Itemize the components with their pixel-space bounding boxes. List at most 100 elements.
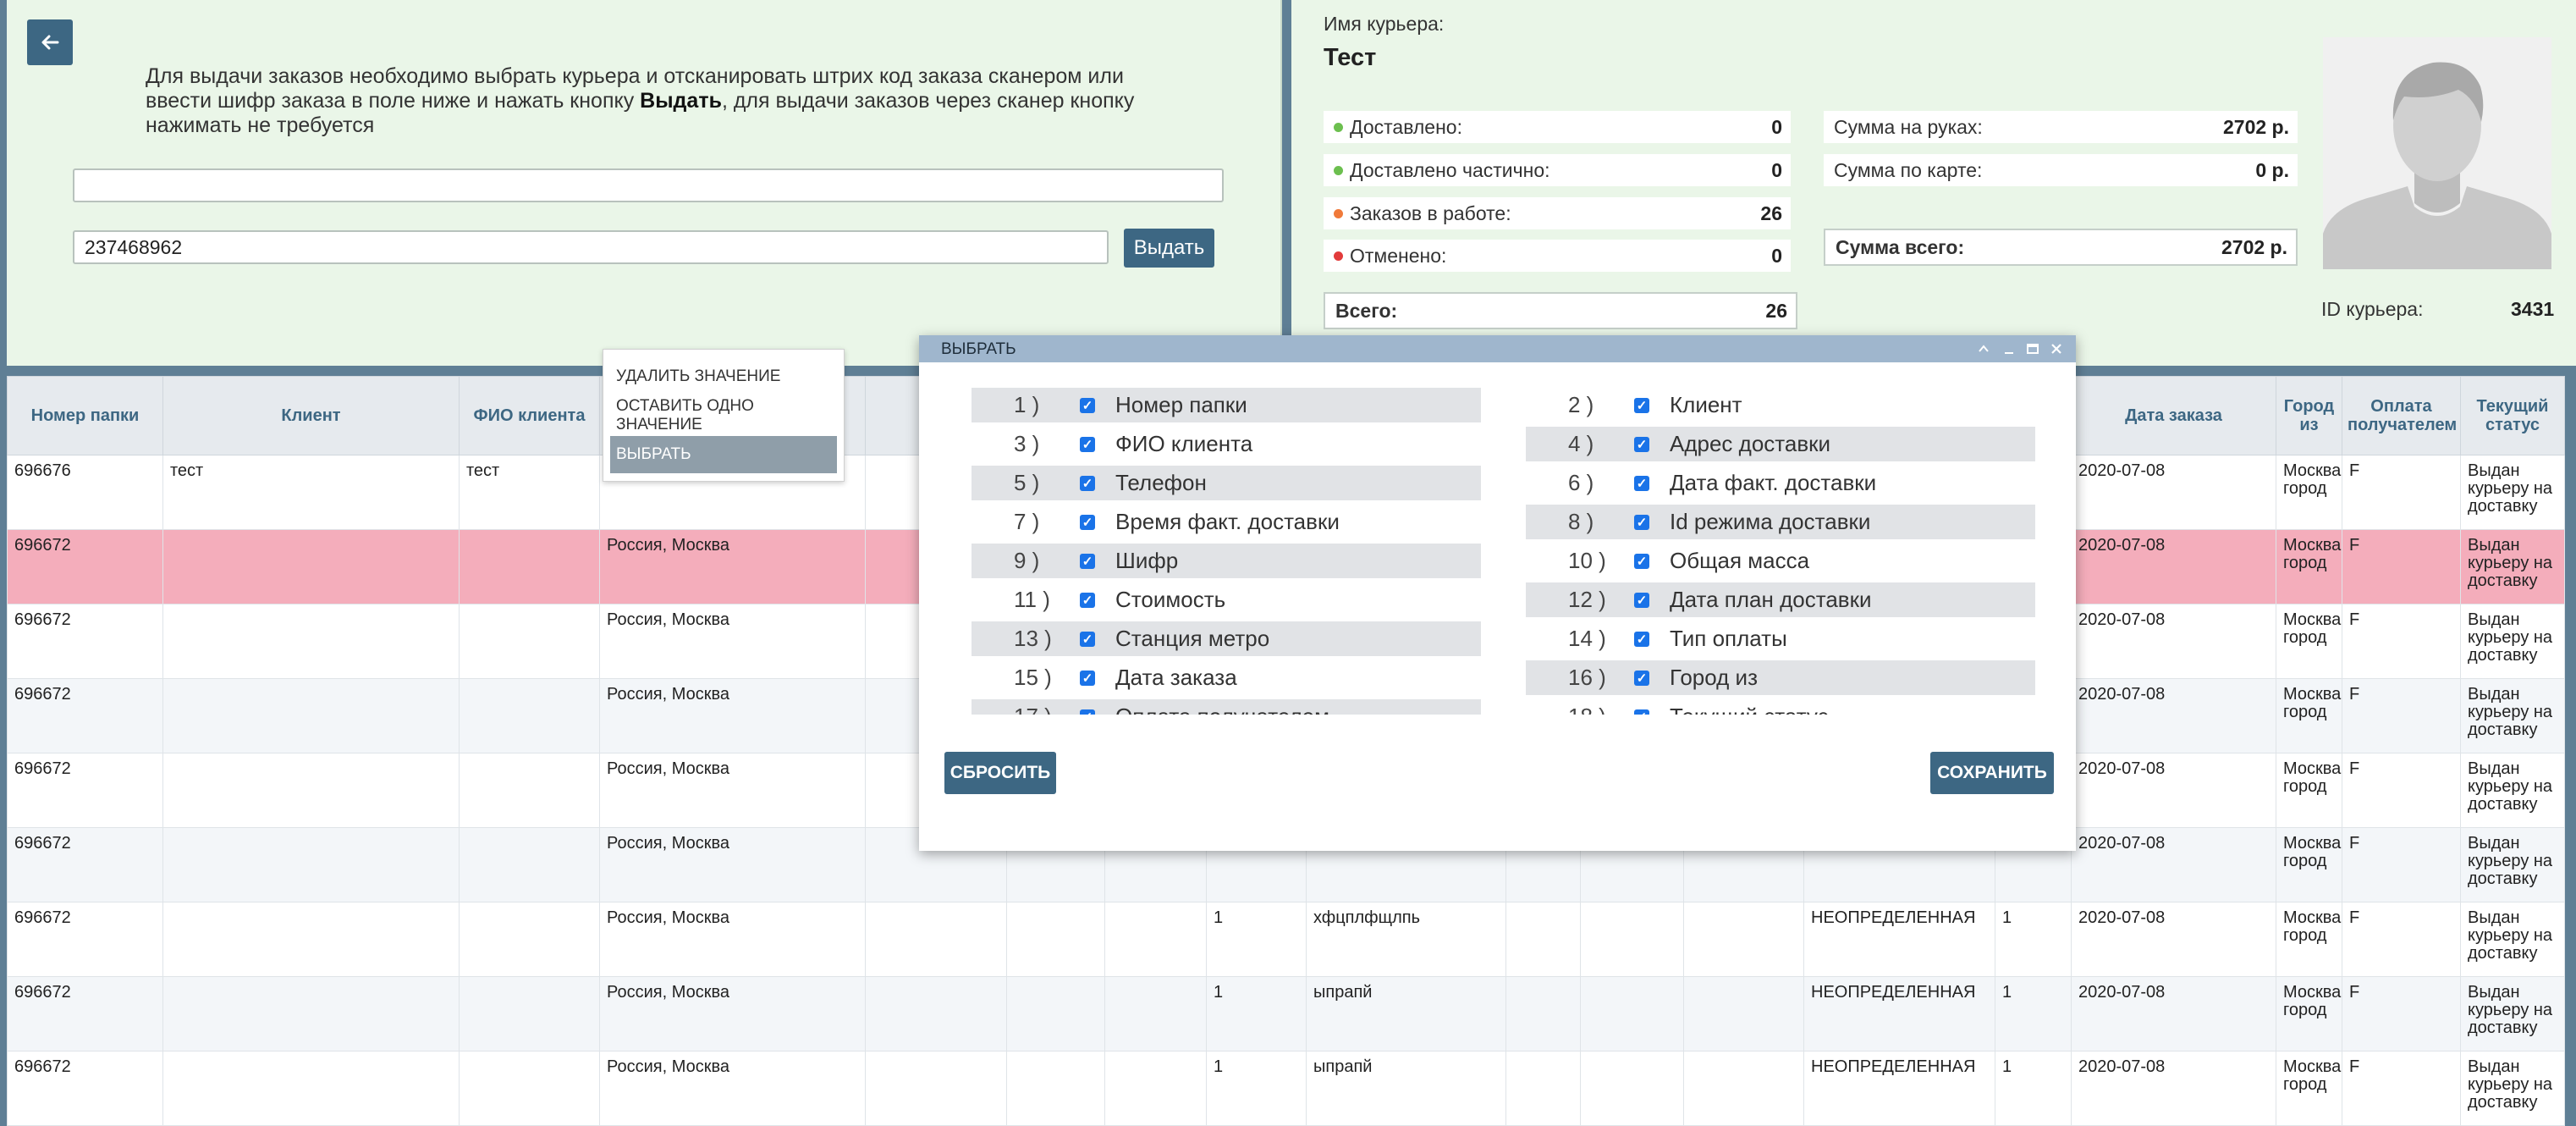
column-checkbox[interactable]: ✓ bbox=[1080, 709, 1095, 715]
column-checkbox[interactable]: ✓ bbox=[1080, 514, 1095, 530]
table-cell: Москва город bbox=[2276, 753, 2342, 828]
table-row[interactable]: 696672 Россия, Москва 1 хфцплфщлпь НЕОПРЕДЕЛ… bbox=[7, 902, 2565, 977]
column-option[interactable]: 2 ) ✓ Клиент bbox=[1526, 388, 2035, 422]
column-option[interactable]: 8 ) ✓ Id режима доставки bbox=[1526, 505, 2035, 539]
column-option[interactable]: 12 ) ✓ Дата план доставки bbox=[1526, 582, 2035, 617]
issue-button[interactable]: Выдать bbox=[1124, 229, 1214, 268]
save-button[interactable]: СОХРАНИТЬ bbox=[1930, 752, 2054, 794]
column-option-label: Станция метро bbox=[1115, 626, 1270, 651]
table-cell bbox=[459, 976, 600, 1051]
minimize-icon[interactable] bbox=[1997, 337, 2021, 361]
column-header[interactable]: Город из bbox=[2276, 376, 2342, 455]
column-header[interactable]: Номер папки bbox=[7, 376, 163, 455]
column-option-number: 6 ) bbox=[1568, 470, 1594, 495]
table-cell: 696672 bbox=[7, 529, 163, 604]
column-checkbox[interactable]: ✓ bbox=[1634, 709, 1649, 715]
table-cell bbox=[1104, 1051, 1207, 1126]
column-checkbox[interactable]: ✓ bbox=[1634, 553, 1649, 569]
column-option[interactable]: 11 ) ✓ Стоимость bbox=[972, 582, 1481, 617]
table-cell: Россия, Москва bbox=[599, 604, 866, 679]
table-cell: 1 bbox=[1995, 1051, 2072, 1126]
user-silhouette-icon bbox=[2323, 37, 2551, 269]
column-option[interactable]: 9 ) ✓ Шифр bbox=[972, 544, 1481, 578]
arrow-left-icon bbox=[41, 35, 59, 50]
column-option-label: Id режима доставки bbox=[1670, 509, 1871, 534]
column-header[interactable]: Клиент bbox=[162, 376, 460, 455]
column-option[interactable]: 16 ) ✓ Город из bbox=[1526, 660, 2035, 695]
column-checkbox[interactable]: ✓ bbox=[1634, 475, 1649, 491]
menu-item-select[interactable]: ВЫБРАТЬ bbox=[610, 436, 837, 473]
close-icon[interactable] bbox=[2045, 337, 2068, 361]
status-dot-icon bbox=[1334, 208, 1343, 218]
scan-input[interactable] bbox=[73, 168, 1224, 202]
avatar bbox=[2323, 37, 2551, 269]
reset-button[interactable]: СБРОСИТЬ bbox=[944, 752, 1056, 794]
stat-sum-total: Сумма всего: 2702 р. bbox=[1824, 229, 2298, 266]
table-cell: 696672 bbox=[7, 678, 163, 753]
table-cell: 2020-07-08 bbox=[2071, 455, 2276, 530]
column-checkbox[interactable]: ✓ bbox=[1080, 670, 1095, 686]
column-option[interactable]: 4 ) ✓ Адрес доставки bbox=[1526, 427, 2035, 461]
column-checkbox[interactable]: ✓ bbox=[1634, 397, 1649, 413]
table-cell bbox=[1006, 1051, 1105, 1126]
column-checkbox[interactable]: ✓ bbox=[1080, 397, 1095, 413]
table-cell bbox=[162, 827, 460, 902]
column-option[interactable]: 18 ) ✓ Текущий статус bbox=[1526, 699, 2035, 715]
column-header[interactable]: ФИО клиента bbox=[459, 376, 600, 455]
table-cell: F bbox=[2342, 827, 2461, 902]
table-cell bbox=[1505, 976, 1581, 1051]
column-option-number: 3 ) bbox=[1014, 431, 1040, 456]
column-option-label: Дата план доставки bbox=[1670, 587, 1872, 612]
table-row[interactable]: 696672 Россия, Москва 1 ыпрапй НЕОПРЕДЕЛЕННА… bbox=[7, 976, 2565, 1051]
column-option[interactable]: 3 ) ✓ ФИО клиента bbox=[972, 427, 1481, 461]
column-option[interactable]: 7 ) ✓ Время факт. доставки bbox=[972, 505, 1481, 539]
menu-item-delete-value[interactable]: УДАЛИТЬ ЗНАЧЕНИЕ bbox=[610, 358, 837, 395]
column-option[interactable]: 14 ) ✓ Тип оплаты bbox=[1526, 621, 2035, 656]
table-cell bbox=[1006, 902, 1105, 977]
table-cell: 1 bbox=[1995, 902, 2072, 977]
maximize-icon[interactable] bbox=[2021, 337, 2045, 361]
column-checkbox[interactable]: ✓ bbox=[1634, 670, 1649, 686]
column-option[interactable]: 17 ) ✓ Оплата получателем bbox=[972, 699, 1481, 715]
table-row[interactable]: 696672 Россия, Москва 1 ыпрапй НЕОПРЕДЕЛЕННА… bbox=[7, 1051, 2565, 1126]
column-checkbox[interactable]: ✓ bbox=[1634, 436, 1649, 452]
column-option[interactable]: 15 ) ✓ Дата заказа bbox=[972, 660, 1481, 695]
column-option[interactable]: 6 ) ✓ Дата факт. доставки bbox=[1526, 466, 2035, 500]
column-option-label: Стоимость bbox=[1115, 587, 1226, 612]
column-option-number: 7 ) bbox=[1014, 509, 1040, 534]
column-option-label: ФИО клиента bbox=[1115, 431, 1253, 456]
column-checkbox[interactable]: ✓ bbox=[1634, 592, 1649, 608]
menu-item-keep-one-value[interactable]: ОСТАВИТЬ ОДНО ЗНАЧЕНИЕ bbox=[610, 397, 837, 434]
column-option-number: 17 ) bbox=[972, 704, 1065, 715]
column-option[interactable]: 1 ) ✓ Номер папки bbox=[972, 388, 1481, 422]
order-code-input[interactable] bbox=[73, 230, 1109, 264]
column-option-label: Телефон bbox=[1115, 470, 1207, 495]
column-checkbox[interactable]: ✓ bbox=[1634, 631, 1649, 647]
column-checkbox[interactable]: ✓ bbox=[1080, 436, 1095, 452]
table-cell: 1 bbox=[1206, 976, 1307, 1051]
column-checkbox[interactable]: ✓ bbox=[1634, 514, 1649, 530]
column-header[interactable]: Дата заказа bbox=[2071, 376, 2276, 455]
column-checkbox[interactable]: ✓ bbox=[1080, 631, 1095, 647]
table-cell bbox=[459, 827, 600, 902]
column-option[interactable]: 13 ) ✓ Станция метро bbox=[972, 621, 1481, 656]
column-header[interactable]: Оплата получателем bbox=[2342, 376, 2461, 455]
dialog-header[interactable]: ВЫБРАТЬ bbox=[919, 335, 2076, 362]
collapse-icon[interactable] bbox=[1972, 337, 1995, 361]
table-cell: Выдан курьеру на доставку bbox=[2460, 753, 2565, 828]
column-option[interactable]: 5 ) ✓ Телефон bbox=[972, 466, 1481, 500]
column-checkbox[interactable]: ✓ bbox=[1080, 553, 1095, 569]
table-cell bbox=[459, 902, 600, 977]
table-cell bbox=[1580, 976, 1684, 1051]
table-cell: F bbox=[2342, 1051, 2461, 1126]
column-checkbox[interactable]: ✓ bbox=[1080, 592, 1095, 608]
table-cell bbox=[1683, 902, 1804, 977]
column-header[interactable]: Текущий статус bbox=[2460, 376, 2565, 455]
back-button[interactable] bbox=[27, 19, 73, 65]
table-cell: Выдан курьеру на доставку bbox=[2460, 902, 2565, 977]
table-cell: 696672 bbox=[7, 827, 163, 902]
table-cell: F bbox=[2342, 976, 2461, 1051]
column-checkbox[interactable]: ✓ bbox=[1080, 475, 1095, 491]
column-option[interactable]: 10 ) ✓ Общая масса bbox=[1526, 544, 2035, 578]
table-cell bbox=[1580, 1051, 1684, 1126]
